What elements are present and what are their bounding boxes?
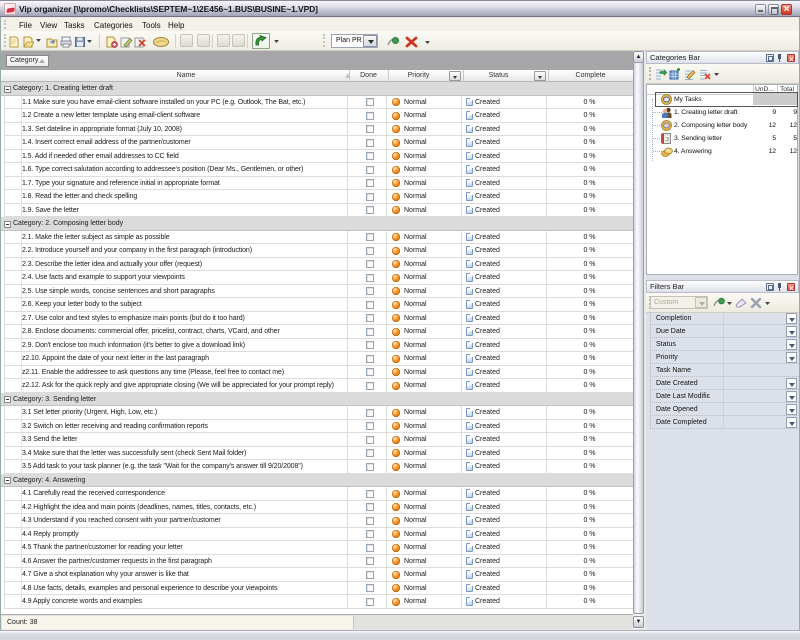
svg-text:3: 3 bbox=[666, 137, 669, 143]
